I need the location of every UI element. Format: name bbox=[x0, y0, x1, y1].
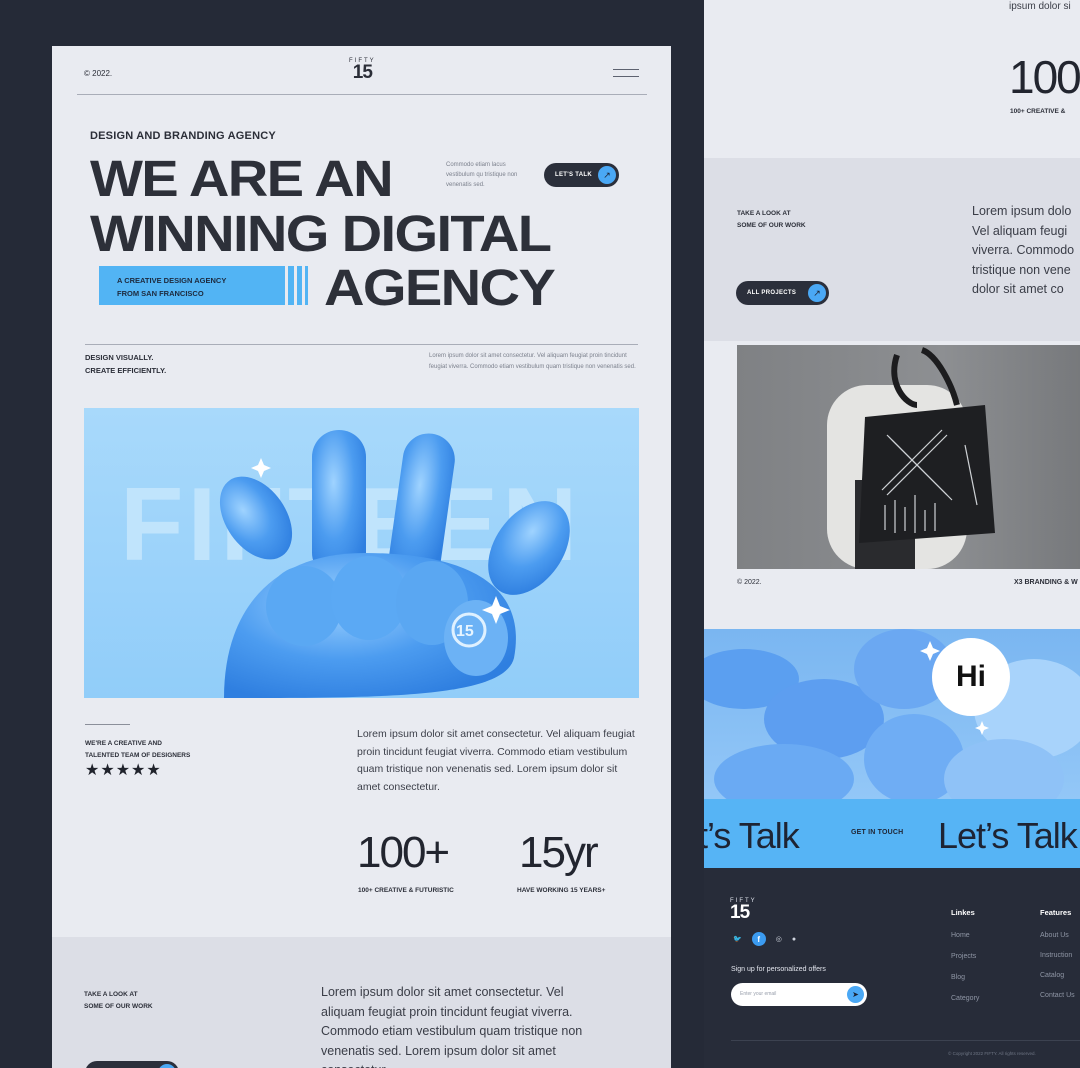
site-footer: FIFTY 15 🐦 f ◎ ● Sign up for personalize… bbox=[704, 868, 1080, 1068]
work-label-line-1: TAKE A LOOK AT bbox=[84, 991, 138, 998]
star-rating: ★★★★★ bbox=[85, 762, 162, 779]
work-section: TAKE A LOOK AT SOME OF OUR WORK Lorem ip… bbox=[704, 158, 1080, 341]
instagram-icon[interactable]: ◎ bbox=[776, 935, 782, 943]
hero-kicker: DESIGN AND BRANDING AGENCY bbox=[90, 130, 276, 142]
truncated-text: ipsum dolor si bbox=[1009, 1, 1071, 12]
stat-value-creative: 100+ bbox=[357, 828, 450, 877]
logo-bottom-text: 15 bbox=[352, 62, 373, 83]
work-paragraph: Lorem ipsum dolor sit amet consectetur. … bbox=[321, 985, 583, 1068]
marquee-text: Let’s Talk bbox=[938, 815, 1078, 856]
intro-body: Lorem ipsum dolor sit amet consectetur. … bbox=[429, 353, 636, 370]
team-label-line-1: WE'RE A CREATIVE AND bbox=[85, 740, 162, 747]
all-projects-button-partial[interactable] bbox=[85, 1061, 179, 1068]
footer-link-projects[interactable]: Projects bbox=[951, 953, 976, 960]
footer-link-about[interactable]: About Us bbox=[1040, 932, 1069, 939]
divider bbox=[85, 344, 638, 345]
footer-link-instruction[interactable]: Instruction bbox=[1040, 952, 1072, 959]
agency-tag-line-2: FROM SAN FRANCISCO bbox=[117, 289, 204, 298]
right-stats-section: ipsum dolor si 100 100+ CREATIVE & bbox=[704, 0, 1080, 158]
marquee-text: t’s Talk bbox=[704, 815, 800, 856]
short-divider bbox=[85, 724, 130, 725]
left-page: © 2022. FIFTY 15 DESIGN AND BRANDING AGE… bbox=[52, 46, 671, 1068]
footer-logo[interactable]: FIFTY 15 bbox=[730, 898, 757, 922]
ring-label: 15 bbox=[456, 623, 474, 640]
logo-bottom-text: 15 bbox=[730, 902, 750, 923]
work-label-line-2: SOME OF OUR WORK bbox=[84, 1003, 153, 1010]
arrow-up-right-icon: ↗ bbox=[598, 166, 616, 184]
intro-tagline: DESIGN VISUALLY. CREATE EFFICIENTLY. bbox=[85, 351, 166, 377]
all-projects-label: ALL PROJECTS bbox=[747, 290, 797, 296]
work-paragraph-line: Vel aliquam feugi bbox=[972, 223, 1068, 238]
facebook-icon[interactable]: f bbox=[751, 932, 766, 946]
hi-bubble: Hi bbox=[932, 638, 1010, 716]
twitter-icon[interactable]: 🐦 bbox=[733, 935, 742, 943]
photo-caption: X3 BRANDING & W bbox=[1014, 579, 1078, 586]
stat-label-creative: 100+ CREATIVE & bbox=[1010, 108, 1066, 115]
arrow-up-right-icon: ↗ bbox=[808, 284, 826, 302]
lets-talk-button[interactable]: LET'S TALK ↗ bbox=[544, 163, 619, 187]
tag-stripes-decoration bbox=[275, 266, 311, 305]
stat-label-creative: 100+ CREATIVE & FUTURISTIC bbox=[358, 887, 454, 894]
hi-3d-image: Hi bbox=[704, 629, 1080, 799]
intro-tagline-line-1: DESIGN VISUALLY. bbox=[85, 353, 154, 362]
footer-link-category[interactable]: Category bbox=[951, 995, 979, 1002]
arrow-up-right-icon bbox=[158, 1064, 176, 1068]
social-links: 🐦 f ◎ ● bbox=[733, 932, 796, 946]
hand-illustration: 15 bbox=[219, 430, 570, 698]
blob-shapes-illustration bbox=[704, 629, 1080, 799]
hero-title-line-3: AGENCY bbox=[324, 259, 556, 316]
stat-value-years: 15yr bbox=[519, 828, 599, 877]
github-icon[interactable]: ● bbox=[792, 936, 796, 943]
footer-link-blog[interactable]: Blog bbox=[951, 974, 965, 981]
hero-image-3d-hand: FIFTEEN 15 bbox=[84, 408, 639, 698]
lets-talk-label: LET'S TALK bbox=[555, 172, 592, 178]
work-paragraph-line: viverra. Commodo bbox=[972, 243, 1075, 257]
footer-link-home[interactable]: Home bbox=[951, 932, 970, 939]
work-label-line-2: SOME OF OUR WORK bbox=[737, 222, 806, 229]
right-page: ipsum dolor si 100 100+ CREATIVE & TAKE … bbox=[704, 0, 1080, 1068]
features-column-title: Features bbox=[1040, 908, 1072, 917]
stat-value-creative: 100 bbox=[1009, 51, 1080, 103]
footer-link-contact[interactable]: Contact Us bbox=[1040, 992, 1075, 999]
tote-bag-photo[interactable] bbox=[737, 345, 1080, 569]
work-paragraph-line: Lorem ipsum dolo bbox=[972, 204, 1072, 218]
intro-tagline-line-2: CREATE EFFICIENTLY. bbox=[85, 366, 167, 375]
email-placeholder: Enter your email bbox=[740, 991, 777, 997]
work-paragraph-line: dolor sit amet co bbox=[972, 282, 1064, 296]
photo-copyright: © 2022. bbox=[737, 579, 762, 586]
signup-label: Sign up for personalized offers bbox=[731, 966, 826, 973]
hamburger-menu-icon[interactable] bbox=[613, 69, 639, 77]
footer-divider bbox=[731, 1040, 1080, 1041]
tote-bag-illustration bbox=[827, 347, 995, 569]
page-header: © 2022. FIFTY 15 bbox=[77, 46, 647, 95]
lets-talk-marquee[interactable]: t’s Talk GET IN TOUCH Let’s Talk bbox=[704, 799, 1080, 868]
header-copyright: © 2022. bbox=[84, 69, 113, 78]
hero-title-line-1: WE ARE AN bbox=[90, 150, 394, 207]
logo[interactable]: FIFTY 15 bbox=[349, 58, 376, 82]
stat-label-years: HAVE WORKING 15 YEARS+ bbox=[517, 887, 606, 894]
all-projects-button[interactable]: ALL PROJECTS ↗ bbox=[736, 281, 829, 305]
agency-tag: A CREATIVE DESIGN AGENCY FROM SAN FRANCI… bbox=[99, 266, 275, 305]
send-icon[interactable]: ➤ bbox=[847, 986, 864, 1003]
footer-copyright: © Copyright 2022 FIFTY. All rights reser… bbox=[948, 1051, 1036, 1056]
work-label: TAKE A LOOK AT SOME OF OUR WORK bbox=[737, 208, 806, 232]
hero-title-line-2: WINNING DIGITAL bbox=[90, 205, 552, 262]
links-column-title: Linkes bbox=[951, 908, 975, 917]
email-field[interactable]: Enter your email ➤ bbox=[731, 983, 867, 1006]
team-label: WE'RE A CREATIVE AND TALENTED TEAM OF DE… bbox=[85, 738, 190, 762]
get-in-touch-label[interactable]: GET IN TOUCH bbox=[851, 829, 903, 836]
hero-note: Commodo etiam lacus vestibulum qu tristi… bbox=[446, 162, 518, 188]
work-paragraph-line: tristique non vene bbox=[972, 262, 1071, 277]
agency-tag-line-1: A CREATIVE DESIGN AGENCY bbox=[117, 276, 227, 285]
footer-link-catalog[interactable]: Catalog bbox=[1040, 972, 1064, 979]
about-paragraph: Lorem ipsum dolor sit amet consectetur. … bbox=[357, 728, 635, 793]
work-section: TAKE A LOOK AT SOME OF OUR WORK Lorem ip… bbox=[52, 937, 671, 1068]
project-showcase: © 2022. X3 BRANDING & W bbox=[704, 341, 1080, 629]
work-paragraph: Lorem ipsum dolo Vel aliquam feugi viver… bbox=[972, 202, 1080, 300]
work-label-line-1: TAKE A LOOK AT bbox=[737, 210, 791, 217]
work-label: TAKE A LOOK AT SOME OF OUR WORK bbox=[84, 989, 153, 1013]
